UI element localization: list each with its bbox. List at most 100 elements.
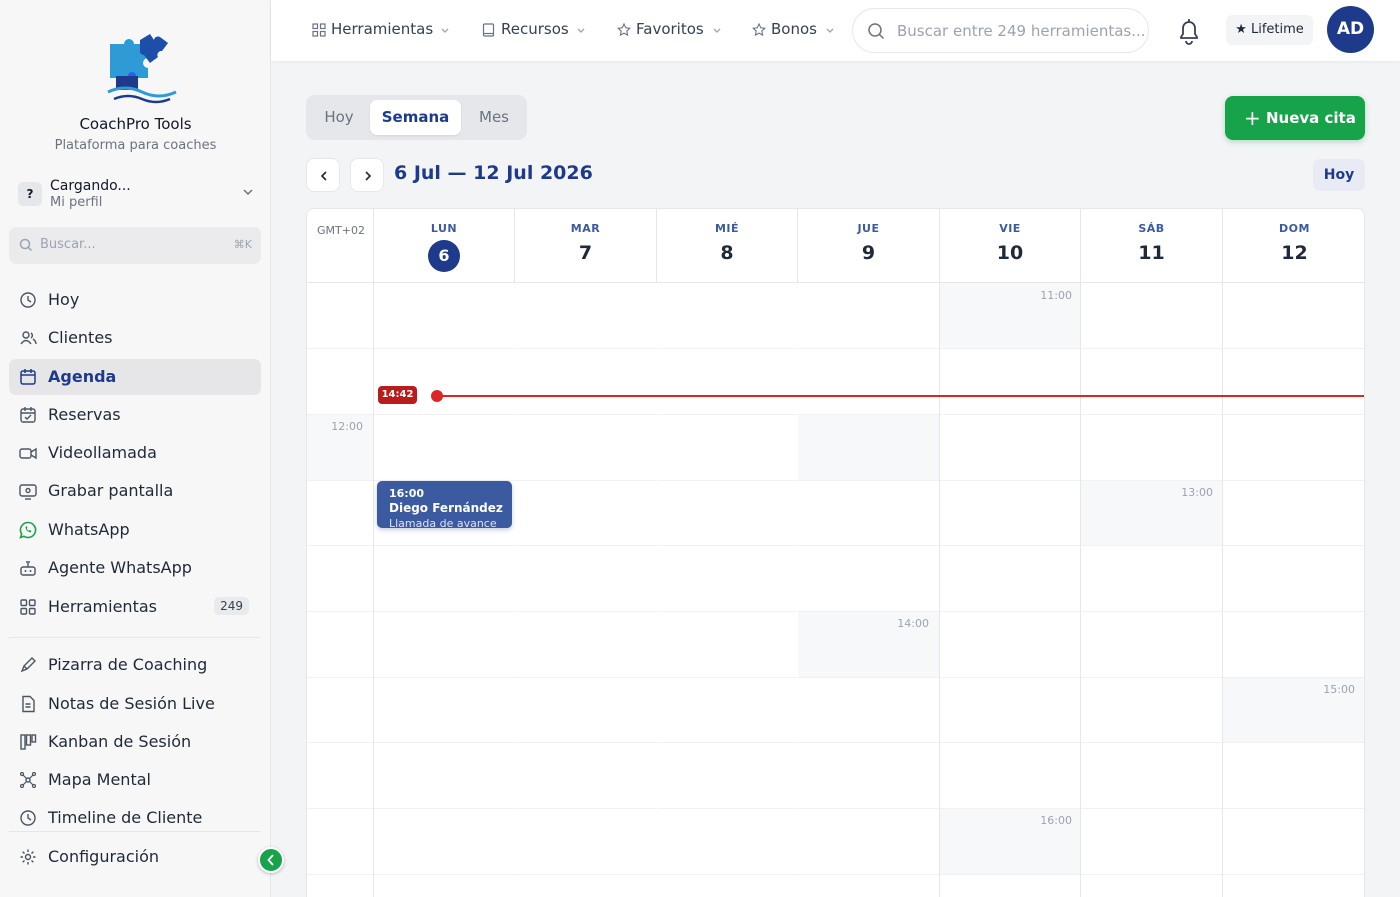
event-description: Llamada de avance [389, 517, 497, 528]
sidebar-item-clientes[interactable]: Clientes [9, 320, 261, 356]
day-header-mie[interactable]: MIÉ 8 [656, 209, 797, 283]
slot-line [307, 611, 1364, 612]
view-semana-button[interactable]: Semana [370, 100, 461, 135]
slot-line [307, 874, 1364, 875]
sidebar-item-kanban[interactable]: Kanban de Sesión [9, 724, 261, 760]
search-shortcut: ⌘K [233, 238, 252, 251]
sidebar-item-reservas[interactable]: Reservas [9, 397, 261, 433]
day-number: 11 [1138, 242, 1165, 264]
column-line [797, 283, 798, 897]
today-date-indicator: 6 [428, 240, 460, 272]
sidebar-item-whatsapp[interactable]: WhatsApp [9, 512, 261, 548]
column-line [373, 283, 374, 897]
sidebar-item-grabar-pantalla[interactable]: Grabar pantalla [9, 473, 261, 509]
day-header-mar[interactable]: MAR 7 [514, 209, 656, 283]
topnav-bonos[interactable]: Bonos [752, 20, 835, 40]
day-header-jue[interactable]: JUE 9 [797, 209, 939, 283]
topnav-herramientas[interactable]: Herramientas [312, 20, 450, 40]
sidebar-search-placeholder: Buscar... [40, 237, 96, 252]
view-hoy-button[interactable]: Hoy [311, 100, 367, 135]
topnav-label: Bonos [771, 20, 817, 38]
sidebar-item-mapa-mental[interactable]: Mapa Mental [9, 762, 261, 798]
chevron-down-icon [826, 28, 834, 33]
calendar-header: GMT+02 LUN 6 MAR 7 MIÉ 8 JUE 9 VIE 10 SÁ… [307, 209, 1364, 283]
sidebar-divider [9, 831, 261, 832]
sidebar-item-pizarra[interactable]: Pizarra de Coaching [9, 647, 261, 683]
column-line [656, 283, 657, 897]
day-name: SÁB [1138, 222, 1165, 235]
sidebar-item-notas-sesion[interactable]: Notas de Sesión Live [9, 686, 261, 722]
chevron-down-icon [713, 28, 721, 33]
mindmap-icon [19, 771, 37, 789]
slot-line [307, 677, 1364, 678]
sidebar-item-herramientas[interactable]: Herramientas 249 [9, 589, 261, 625]
sidebar-item-label: WhatsApp [48, 520, 130, 539]
sidebar-item-videollamada[interactable]: Videollamada [9, 435, 261, 471]
column-line [939, 283, 940, 897]
day-header-dom[interactable]: DOM 12 [1222, 209, 1364, 283]
brand-subtitle: Plataforma para coaches [54, 138, 217, 153]
search-input[interactable]: Buscar entre 249 herramientas... [852, 8, 1149, 53]
sidebar-item-label: Clientes [48, 328, 113, 347]
day-header-vie[interactable]: VIE 10 [939, 209, 1080, 283]
sidebar-item-hoy[interactable]: Hoy [9, 282, 261, 318]
search-icon [19, 238, 33, 252]
chevron-left-icon [320, 171, 327, 181]
search-placeholder: Buscar entre 249 herramientas... [897, 22, 1146, 40]
hour-label: 14:00 [897, 617, 929, 630]
profile-selector[interactable]: ? Cargando... Mi perfil [16, 176, 260, 216]
event-title: Diego Fernández [389, 501, 503, 515]
new-appointment-label: Nueva cita [1266, 109, 1356, 127]
profile-subtitle: Mi perfil [50, 195, 103, 210]
calendar-check-icon [20, 407, 36, 423]
slot-line [307, 545, 1364, 546]
hour-label: 16:00 [1040, 814, 1072, 827]
chevron-down-icon [243, 189, 253, 196]
sidebar: CoachPro Tools Plataforma para coaches ?… [0, 0, 271, 897]
day-name: DOM [1279, 222, 1310, 235]
day-header-sab[interactable]: SÁB 11 [1080, 209, 1222, 283]
calendar-body[interactable]: 11:00 12:00 13:00 14:00 15:00 16:00 14:4… [307, 283, 1364, 897]
profile-name: Cargando... [50, 178, 131, 194]
day-name: JUE [857, 222, 880, 235]
topnav-favoritos[interactable]: Favoritos [617, 20, 722, 40]
sidebar-item-agente-whatsapp[interactable]: Agente WhatsApp [9, 550, 261, 586]
next-week-button[interactable] [350, 158, 384, 192]
today-button[interactable]: Hoy [1313, 159, 1365, 191]
bell-icon [1180, 19, 1198, 45]
sidebar-item-label: Videollamada [48, 443, 157, 462]
sidebar-item-label: Mapa Mental [48, 770, 151, 789]
sidebar-item-agenda[interactable]: Agenda [9, 359, 261, 395]
week-calendar: GMT+02 LUN 6 MAR 7 MIÉ 8 JUE 9 VIE 10 SÁ… [306, 208, 1365, 897]
column-line [1222, 283, 1223, 897]
view-mes-button[interactable]: Mes [466, 100, 522, 135]
chevron-left-icon [267, 854, 274, 866]
sidebar-search[interactable]: Buscar... ⌘K [9, 227, 261, 264]
day-header-lun[interactable]: LUN 6 [373, 209, 514, 283]
gear-icon [20, 849, 36, 865]
sidebar-item-label: Grabar pantalla [48, 481, 174, 500]
lifetime-badge[interactable]: ★ Lifetime [1226, 15, 1313, 45]
topnav-label: Recursos [501, 20, 569, 38]
collapse-sidebar-button[interactable] [258, 847, 284, 873]
day-name: LUN [430, 222, 458, 235]
grid-icon [312, 23, 326, 37]
column-line [1080, 283, 1081, 897]
star-icon [617, 23, 631, 37]
topnav-label: Favoritos [636, 20, 704, 38]
slot-line [307, 808, 1364, 809]
new-appointment-button[interactable]: + Nueva cita [1225, 96, 1365, 140]
column-line [514, 283, 515, 897]
notifications-button[interactable] [1171, 12, 1207, 48]
topbar: Herramientas Recursos Favoritos Bonos Bu… [271, 0, 1400, 61]
sidebar-divider [9, 637, 261, 638]
sidebar-item-configuracion[interactable]: Configuración [9, 839, 261, 875]
chevron-down-icon [441, 28, 449, 33]
user-avatar[interactable]: AD [1327, 6, 1374, 53]
calendar-event[interactable]: 16:00 Diego Fernández Llamada de avance [377, 481, 512, 528]
hour-label: 13:00 [1181, 486, 1213, 499]
topnav-recursos[interactable]: Recursos [482, 20, 586, 40]
plus-icon: + [1244, 106, 1261, 130]
day-number: 8 [720, 242, 734, 264]
prev-week-button[interactable] [306, 158, 340, 192]
